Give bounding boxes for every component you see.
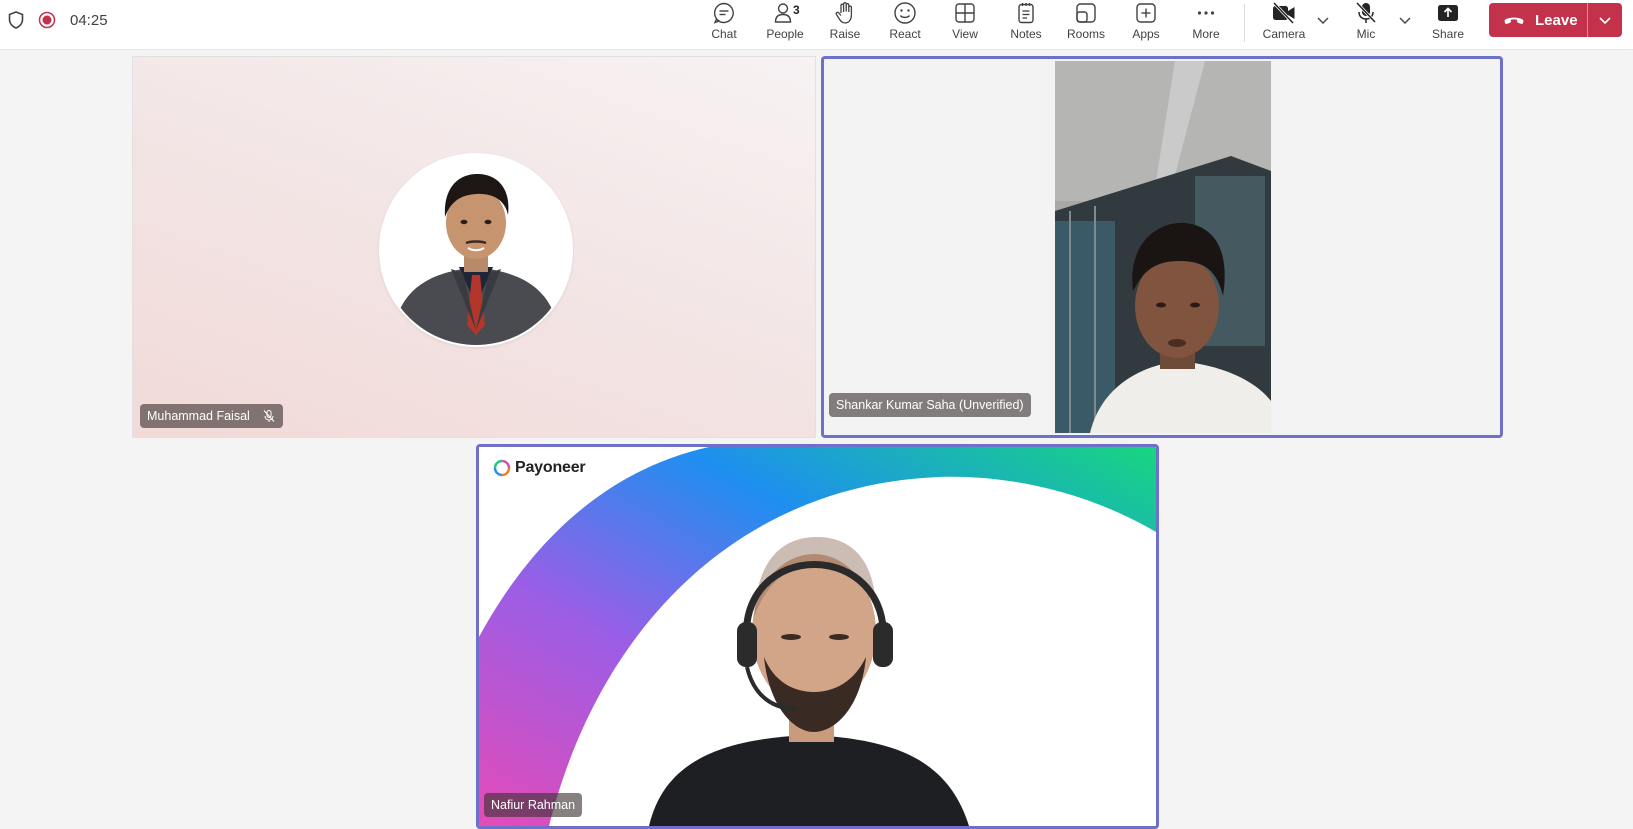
chat-icon bbox=[713, 2, 734, 24]
people-label: People bbox=[766, 27, 804, 41]
participant-name: Nafiur Rahman bbox=[491, 798, 576, 812]
mic-off-icon bbox=[1355, 1, 1377, 24]
participant-name-tag: Nafiur Rahman bbox=[484, 793, 583, 817]
logo-text: Payoneer bbox=[515, 459, 586, 476]
raise-hand-button[interactable]: Raise bbox=[815, 0, 875, 48]
apps-label: Apps bbox=[1132, 27, 1160, 41]
share-button[interactable]: Share bbox=[1418, 0, 1478, 48]
avatar bbox=[379, 153, 573, 347]
more-label: More bbox=[1192, 27, 1220, 41]
chevron-down-icon bbox=[1599, 17, 1611, 25]
raise-label: Raise bbox=[829, 27, 861, 41]
participant-video bbox=[1055, 61, 1271, 433]
camera-button[interactable]: Camera bbox=[1254, 0, 1314, 48]
more-button[interactable]: More bbox=[1176, 0, 1236, 48]
people-count-badge: 3 bbox=[793, 3, 800, 17]
video-frame bbox=[1055, 61, 1271, 433]
participant-tile-shankar-kumar-saha[interactable]: Shankar Kumar Saha (Unverified) bbox=[821, 56, 1503, 438]
meeting-timer: 04:25 bbox=[70, 11, 108, 29]
react-label: React bbox=[889, 27, 921, 41]
payoneer-logo-icon bbox=[493, 459, 511, 477]
chat-label: Chat bbox=[711, 27, 737, 41]
people-button[interactable]: 3 People bbox=[755, 0, 815, 48]
more-icon bbox=[1197, 11, 1215, 15]
raise-hand-icon bbox=[835, 2, 853, 24]
participant-tile-muhammad-faisal[interactable]: Muhammad Faisal bbox=[132, 56, 816, 438]
leave-label: Leave bbox=[1535, 11, 1578, 29]
rooms-icon bbox=[1076, 3, 1096, 23]
camera-options-chevron-icon[interactable] bbox=[1315, 12, 1331, 28]
meeting-toolbar: 04:25 Chat 3 People Raise React View Not… bbox=[0, 0, 1633, 50]
camera-label: Camera bbox=[1262, 27, 1306, 41]
participant-name-tag: Shankar Kumar Saha (Unverified) bbox=[829, 393, 1031, 417]
react-button[interactable]: React bbox=[875, 0, 935, 48]
chat-button[interactable]: Chat bbox=[694, 0, 754, 48]
share-label: Share bbox=[1431, 27, 1465, 41]
avatar-photo bbox=[381, 155, 571, 345]
meeting-status: 04:25 bbox=[8, 8, 108, 32]
camera-off-icon bbox=[1272, 1, 1295, 25]
apps-button[interactable]: Apps bbox=[1116, 0, 1176, 48]
participant-tile-nafiur-rahman[interactable]: Payoneer Nafiur Rahman bbox=[476, 444, 1159, 829]
participant-name: Shankar Kumar Saha (Unverified) bbox=[836, 398, 1024, 412]
mic-button[interactable]: Mic bbox=[1336, 0, 1396, 48]
add-apps-icon bbox=[1136, 3, 1156, 23]
mic-label: Mic bbox=[1356, 27, 1376, 41]
notes-button[interactable]: Notes bbox=[996, 0, 1056, 48]
leave-button[interactable]: Leave bbox=[1489, 3, 1622, 37]
shield-icon[interactable] bbox=[8, 11, 24, 29]
emoji-icon bbox=[894, 2, 916, 24]
recording-icon bbox=[38, 11, 56, 29]
grid-view-icon bbox=[955, 3, 975, 23]
notes-icon bbox=[1018, 3, 1034, 24]
share-screen-icon bbox=[1438, 5, 1458, 21]
rooms-label: Rooms bbox=[1066, 27, 1105, 41]
mic-options-chevron-icon[interactable] bbox=[1397, 12, 1413, 28]
hang-up-icon bbox=[1504, 17, 1524, 24]
leave-main[interactable]: Leave bbox=[1489, 3, 1587, 37]
participant-name: Muhammad Faisal bbox=[147, 409, 250, 423]
mic-muted-icon bbox=[263, 410, 275, 422]
toolbar-divider bbox=[1244, 4, 1245, 42]
participant-name-tag: Muhammad Faisal bbox=[140, 404, 283, 428]
leave-options-button[interactable] bbox=[1588, 3, 1622, 37]
view-button[interactable]: View bbox=[935, 0, 995, 48]
notes-label: Notes bbox=[1010, 27, 1042, 41]
view-label: View bbox=[952, 27, 978, 41]
participant-video bbox=[479, 447, 1156, 826]
rooms-button[interactable]: Rooms bbox=[1056, 0, 1116, 48]
payoneer-logo: Payoneer bbox=[493, 459, 586, 477]
